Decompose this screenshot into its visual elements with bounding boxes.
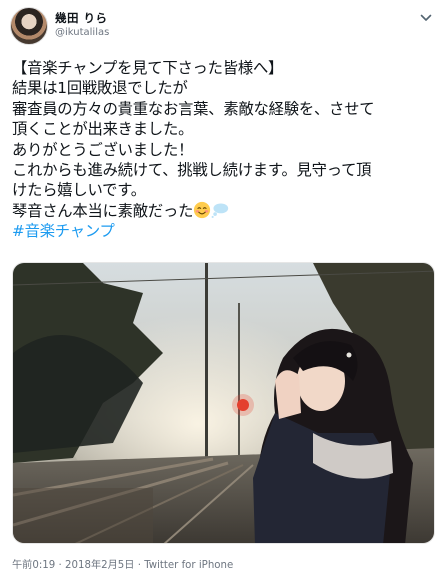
tweet-date[interactable]: 2018年2月5日 — [65, 560, 134, 571]
tweet-line: ありがとうございました！ — [12, 140, 194, 159]
meta-separator: · — [58, 560, 62, 571]
avatar[interactable] — [10, 7, 48, 45]
tweet-line: これからも進み続けて、挑戦し続けます。見守って頂 — [12, 161, 372, 180]
chevron-down-icon[interactable] — [419, 11, 433, 25]
tweet-line: 琴音さん本当に素敵だった — [12, 201, 194, 220]
tweet-line: 審査員の方々の貴重なお言葉、素敵な経験を、させて — [12, 99, 375, 118]
tweet-photo[interactable] — [12, 262, 435, 544]
hashtag-link[interactable]: #音楽チャンプ — [12, 221, 440, 241]
tweet-line: けたら嬉しいです。 — [12, 181, 146, 200]
tweet-line: 【音楽チャンプを見て下さった皆様へ】 — [12, 59, 284, 77]
tweet-header: 幾田 りら @ikutalilas — [10, 7, 437, 47]
tweet-time[interactable]: 午前0:19 — [12, 560, 55, 571]
tweet-metadata: 午前0:19 · 2018年2月5日 · Twitter for iPhone — [12, 556, 233, 571]
photo-image — [13, 263, 434, 543]
tweet-body: 【音楽チャンプを見て下さった皆様へ】 結果は1回戦敗退でしたが 審査員の方々の貴重な… — [12, 58, 440, 242]
user-handle[interactable]: @ikutalilas — [55, 27, 109, 38]
thought-bubble-emoji-icon — [211, 203, 229, 218]
tweet-source[interactable]: Twitter for iPhone — [144, 560, 233, 571]
meta-separator: · — [137, 560, 141, 571]
display-name[interactable]: 幾田 りら — [55, 10, 108, 26]
tweet-line-last: 琴音さん本当に素敵だった — [12, 201, 440, 221]
smiling-blush-emoji-icon — [194, 201, 211, 218]
tweet-line: 頂くことが出来きました。 — [12, 120, 194, 139]
tweet-line: 結果は1回戦敗退でしたが — [12, 79, 188, 98]
